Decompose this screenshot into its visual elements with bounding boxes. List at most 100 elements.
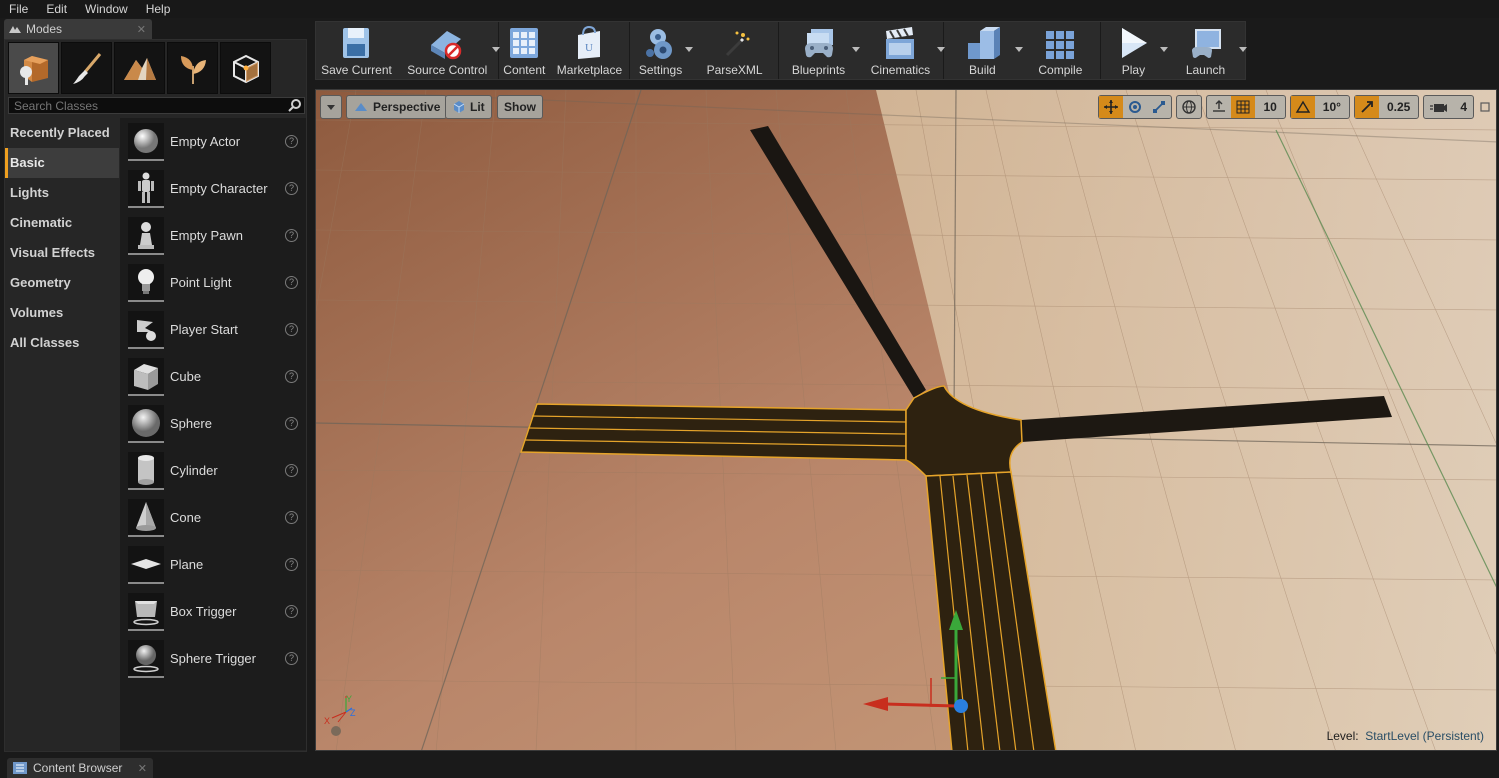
light-bulb-icon — [138, 268, 154, 294]
parsexml-button[interactable]: ParseXML — [691, 22, 778, 79]
settings-button[interactable]: Settings — [630, 22, 694, 79]
rotate-mode-button[interactable] — [1123, 96, 1147, 118]
help-icon[interactable]: ? — [285, 182, 298, 195]
close-icon[interactable]: ✕ — [137, 23, 146, 36]
menu-help[interactable]: Help — [137, 0, 180, 18]
list-item-empty-character[interactable]: Empty Character ? — [120, 165, 306, 212]
viewport-scene[interactable]: X Y Z — [316, 90, 1497, 751]
help-icon[interactable]: ? — [285, 652, 298, 665]
grid-snap-value[interactable]: 10 — [1255, 100, 1284, 114]
lit-button[interactable]: Lit — [445, 95, 492, 119]
modes-tab[interactable]: Modes ✕ — [4, 19, 152, 39]
source-control-button[interactable]: Source Control — [397, 22, 500, 79]
help-icon[interactable]: ? — [285, 464, 298, 477]
cone-thumb — [128, 498, 164, 537]
character-icon — [138, 172, 154, 203]
pawn-icon — [138, 221, 154, 249]
compile-button[interactable]: Compile — [1021, 22, 1100, 79]
main-toolbar: Save Current Source Control Content U Ma… — [315, 21, 1247, 80]
axis-label-x: X — [324, 716, 330, 726]
grid-snap-toggle[interactable] — [1231, 96, 1256, 118]
list-item-plane[interactable]: Plane ? — [120, 541, 306, 588]
category-basic[interactable]: Basic — [5, 148, 119, 178]
save-current-button[interactable]: Save Current — [316, 22, 397, 79]
rotation-snap-value[interactable]: 10° — [1315, 100, 1349, 114]
surface-snap-button[interactable] — [1207, 96, 1231, 118]
paint-brush-icon — [72, 53, 101, 84]
gear-icon — [645, 29, 672, 59]
scale-snap-value[interactable]: 0.25 — [1379, 100, 1418, 114]
list-item-box-trigger[interactable]: Box Trigger ? — [120, 588, 306, 635]
list-item-cone[interactable]: Cone ? — [120, 494, 306, 541]
help-icon[interactable]: ? — [285, 511, 298, 524]
cinematics-button[interactable]: Cinematics — [858, 22, 945, 79]
blueprints-button[interactable]: Blueprints — [779, 22, 860, 79]
scale-snap-toggle[interactable] — [1354, 96, 1379, 118]
foliage-mode-button[interactable] — [167, 42, 218, 94]
show-button[interactable]: Show — [497, 95, 543, 119]
level-prefix: Level: — [1326, 729, 1359, 743]
place-mode-button[interactable] — [8, 42, 59, 94]
list-item-cylinder[interactable]: Cylinder ? — [120, 447, 306, 494]
category-lights[interactable]: Lights — [5, 178, 119, 208]
list-item-empty-actor[interactable]: Empty Actor ? — [120, 118, 306, 165]
chevron-down-icon[interactable] — [1239, 47, 1247, 52]
landscape-mode-button[interactable] — [114, 42, 165, 94]
search-icon[interactable] — [286, 98, 304, 113]
marketplace-button[interactable]: U Marketplace — [550, 22, 629, 79]
menu-edit[interactable]: Edit — [37, 0, 76, 18]
maximize-viewport-button[interactable] — [1478, 95, 1492, 119]
camera-speed-value[interactable]: 4 — [1454, 100, 1473, 114]
grid-icon — [1236, 100, 1250, 114]
plane-icon — [131, 558, 161, 569]
content-button[interactable]: Content — [499, 22, 550, 79]
world-coordinates-button[interactable] — [1177, 96, 1201, 118]
list-item-label: Empty Pawn — [170, 228, 243, 243]
list-item-sphere-trigger[interactable]: Sphere Trigger ? — [120, 635, 306, 682]
category-all-classes[interactable]: All Classes — [5, 328, 119, 358]
help-icon[interactable]: ? — [285, 276, 298, 289]
category-cinematic[interactable]: Cinematic — [5, 208, 119, 238]
help-icon[interactable]: ? — [285, 135, 298, 148]
list-item-player-start[interactable]: Player Start ? — [120, 306, 306, 353]
lit-label: Lit — [470, 100, 485, 114]
list-item-cube[interactable]: Cube ? — [120, 353, 306, 400]
launch-button[interactable]: Launch — [1166, 22, 1247, 79]
list-item-label: Player Start — [170, 322, 238, 337]
chevron-down-icon — [327, 104, 335, 110]
content-browser-tab[interactable]: Content Browser ✕ — [7, 758, 153, 778]
rotation-snap-toggle[interactable] — [1290, 96, 1315, 118]
scale-mode-button[interactable] — [1147, 96, 1171, 118]
category-volumes[interactable]: Volumes — [5, 298, 119, 328]
level-viewport[interactable]: X Y Z Perspective Lit Show 10 10° 0.25 4… — [315, 89, 1497, 751]
translate-mode-button[interactable] — [1099, 96, 1124, 118]
list-item-sphere[interactable]: Sphere ? — [120, 400, 306, 447]
menu-window[interactable]: Window — [76, 0, 137, 18]
road-west-branch[interactable] — [519, 403, 907, 461]
build-button[interactable]: Build — [944, 22, 1023, 79]
help-icon[interactable]: ? — [285, 229, 298, 242]
list-item-empty-pawn[interactable]: Empty Pawn ? — [120, 212, 306, 259]
cone-icon — [136, 501, 156, 531]
help-icon[interactable]: ? — [285, 370, 298, 383]
category-visual-effects[interactable]: Visual Effects — [5, 238, 119, 268]
search-classes-box — [8, 97, 305, 114]
category-recently-placed[interactable]: Recently Placed — [5, 118, 119, 148]
viewport-options-button[interactable] — [320, 95, 342, 119]
play-button[interactable]: Play — [1101, 22, 1169, 79]
help-icon[interactable]: ? — [285, 605, 298, 618]
search-classes-input[interactable] — [9, 98, 286, 113]
perspective-button[interactable]: Perspective — [346, 95, 448, 119]
list-item-label: Empty Character — [170, 181, 268, 196]
camera-speed-button[interactable] — [1424, 96, 1454, 118]
category-geometry[interactable]: Geometry — [5, 268, 119, 298]
help-icon[interactable]: ? — [285, 417, 298, 430]
paint-mode-button[interactable] — [61, 42, 112, 94]
list-item-point-light[interactable]: Point Light ? — [120, 259, 306, 306]
plane-thumb — [128, 545, 164, 584]
help-icon[interactable]: ? — [285, 558, 298, 571]
help-icon[interactable]: ? — [285, 323, 298, 336]
menu-file[interactable]: File — [0, 0, 37, 18]
geometry-mode-button[interactable] — [220, 42, 271, 94]
close-icon[interactable]: ✕ — [138, 762, 147, 775]
